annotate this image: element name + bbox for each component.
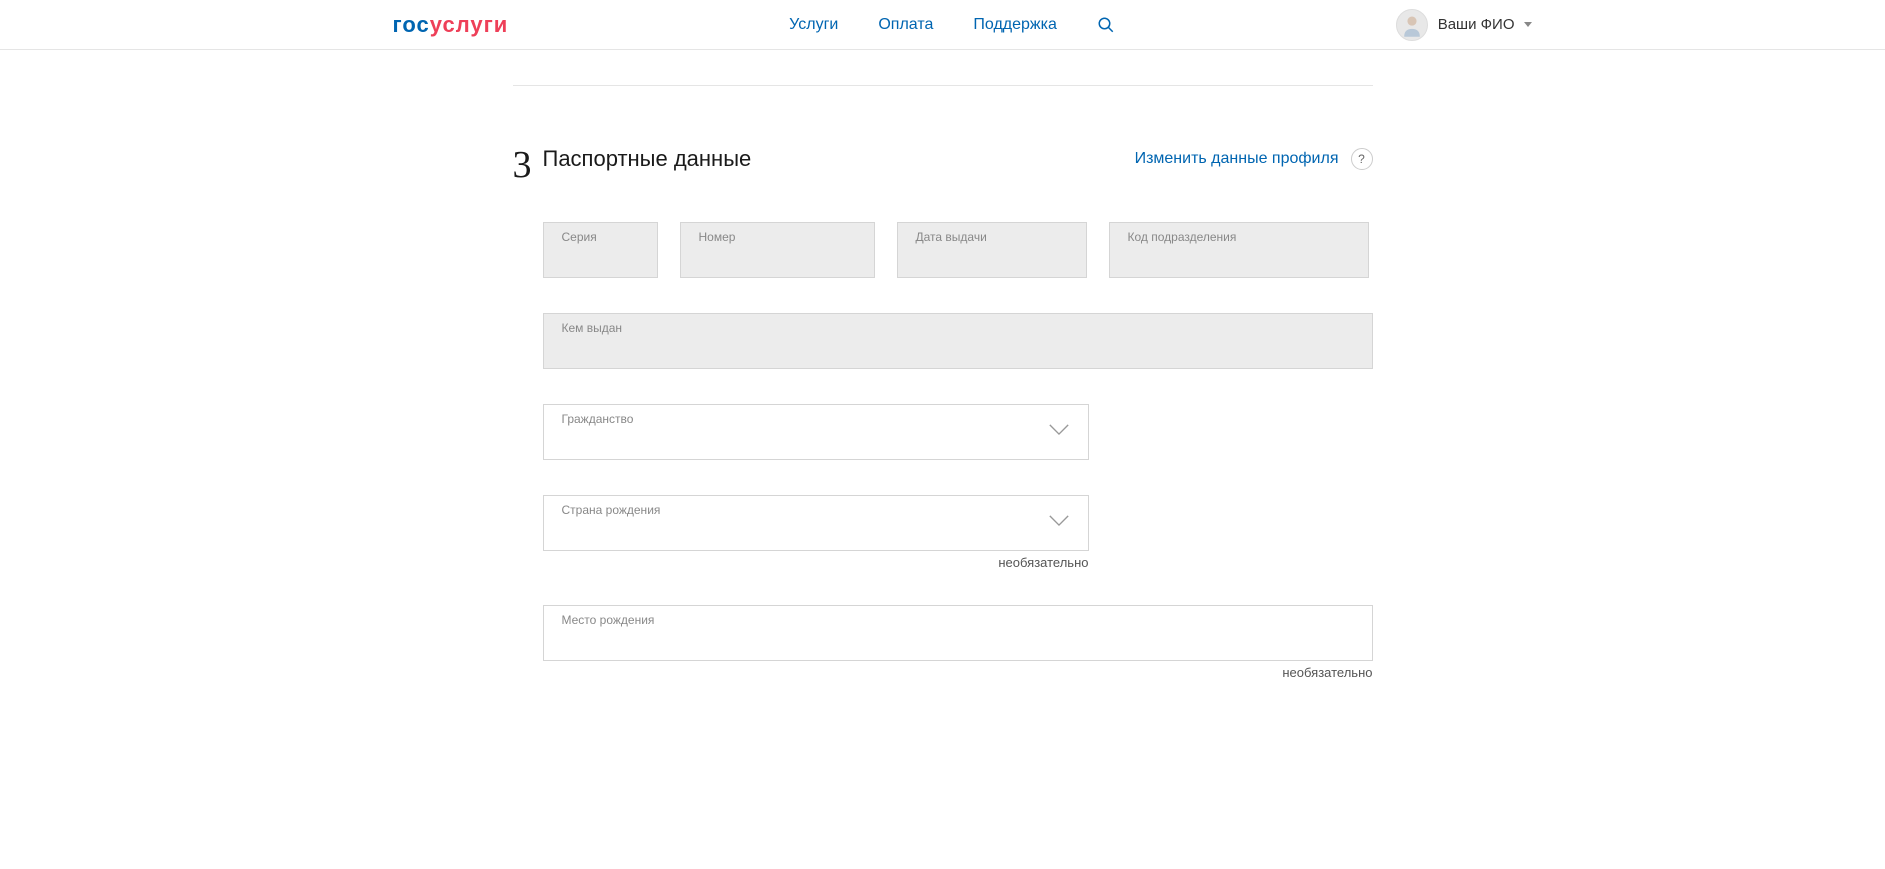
birth-place-hint: необязательно [543, 665, 1373, 680]
logo[interactable]: госуслуги [393, 12, 509, 38]
divider [513, 85, 1373, 86]
search-icon[interactable] [1097, 16, 1115, 34]
birth-country-field[interactable]: Страна рождения [543, 495, 1089, 551]
change-profile-link[interactable]: Изменить данные профиля [1135, 150, 1339, 168]
nav-payment[interactable]: Оплата [878, 16, 933, 34]
issued-by-field[interactable]: Кем выдан [543, 313, 1373, 369]
citizenship-field[interactable]: Гражданство [543, 404, 1089, 460]
number-label: Номер [699, 230, 736, 244]
header: госуслуги Услуги Оплата Поддержка Ваши Ф… [0, 0, 1885, 50]
user-name: Ваши ФИО [1438, 16, 1515, 33]
number-field[interactable]: Номер [680, 222, 875, 278]
nav: Услуги Оплата Поддержка [789, 16, 1115, 34]
birth-country-label: Страна рождения [562, 503, 661, 517]
chevron-down-icon [1524, 22, 1532, 27]
section-title: Паспортные данные [543, 146, 752, 172]
series-label: Серия [562, 230, 597, 244]
user-menu[interactable]: Ваши ФИО [1396, 9, 1533, 41]
issue-date-label: Дата выдачи [916, 230, 987, 244]
birth-place-field[interactable]: Место рождения [543, 605, 1373, 661]
section-passport: 3 Паспортные данные Изменить данные проф… [513, 146, 1373, 715]
nav-services[interactable]: Услуги [789, 16, 838, 34]
nav-support[interactable]: Поддержка [973, 16, 1056, 34]
issue-date-field[interactable]: Дата выдачи [897, 222, 1087, 278]
citizenship-label: Гражданство [562, 412, 634, 426]
avatar [1396, 9, 1428, 41]
department-code-label: Код подразделения [1128, 230, 1237, 244]
section-number: 3 [513, 146, 543, 715]
issued-by-input[interactable] [544, 314, 1372, 368]
series-field[interactable]: Серия [543, 222, 658, 278]
birth-country-hint: необязательно [543, 555, 1089, 570]
birth-place-label: Место рождения [562, 613, 655, 627]
help-icon[interactable]: ? [1351, 148, 1373, 170]
department-code-field[interactable]: Код подразделения [1109, 222, 1369, 278]
issued-by-label: Кем выдан [562, 321, 623, 335]
birth-place-input[interactable] [544, 606, 1372, 660]
series-input[interactable] [544, 223, 657, 277]
